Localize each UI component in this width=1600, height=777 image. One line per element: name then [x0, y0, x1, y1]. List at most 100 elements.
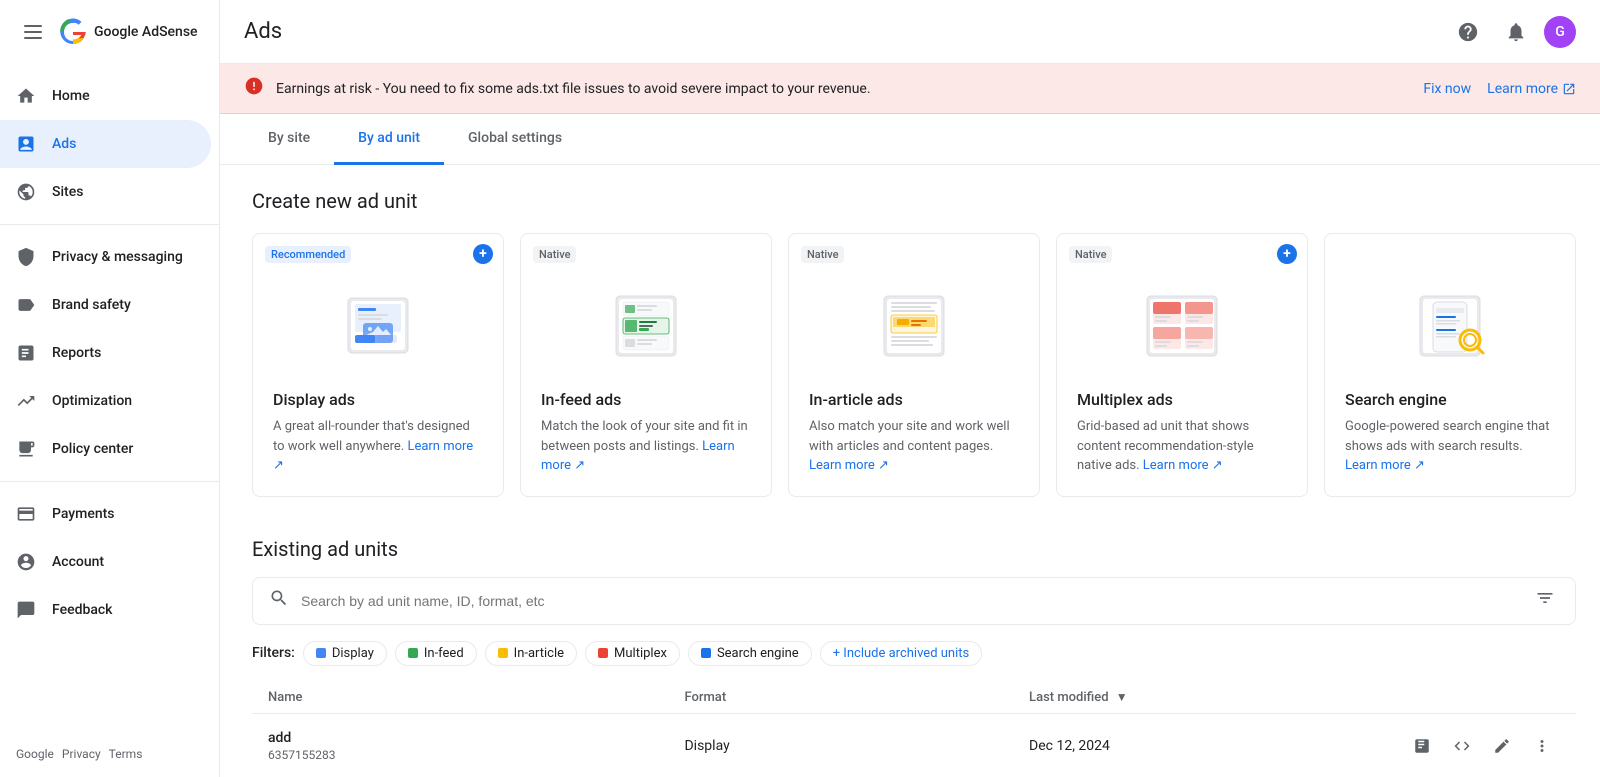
multiplex-card-name: Multiplex ads — [1077, 390, 1287, 409]
sidebar-item-label-brand-safety: Brand safety — [52, 297, 131, 313]
optimization-icon — [16, 391, 36, 411]
google-logo — [58, 17, 88, 47]
alert-actions: Fix now Learn more — [1423, 81, 1576, 97]
sidebar-item-label-feedback: Feedback — [52, 602, 112, 618]
search-engine-illustration — [1345, 278, 1555, 378]
search-icon — [269, 588, 289, 613]
sidebar-item-label-account: Account — [52, 554, 104, 570]
sidebar-footer: Google Privacy Terms — [0, 739, 219, 777]
ad-unit-cards: Recommended + — [252, 233, 1576, 497]
col-format: Format — [668, 682, 1013, 714]
multiplex-learn-more[interactable]: Learn more ↗ — [1143, 458, 1223, 473]
sidebar-item-label-sites: Sites — [52, 184, 83, 200]
fix-now-link[interactable]: Fix now — [1423, 81, 1471, 97]
filter-search-engine[interactable]: Search engine — [688, 641, 812, 666]
page-title: Ads — [244, 19, 282, 44]
sidebar-item-policy-center[interactable]: Policy center — [0, 425, 211, 473]
row0-actions — [1404, 728, 1560, 764]
inarticle-ads-card[interactable]: Native — [788, 233, 1040, 497]
menu-icon[interactable] — [16, 17, 50, 47]
account-icon — [16, 552, 36, 572]
inarticle-badge: Native — [801, 246, 844, 263]
learn-more-link[interactable]: Learn more — [1487, 81, 1576, 97]
filters-row: Filters: Display In-feed In-article Mult… — [252, 641, 1576, 666]
ad-units-table: Name Format Last modified ▼ — [252, 682, 1576, 777]
avatar[interactable]: G — [1544, 16, 1576, 48]
sidebar-item-brand-safety[interactable]: Brand safety — [0, 281, 211, 329]
col-actions — [1388, 682, 1576, 714]
col-last-modified[interactable]: Last modified ▼ — [1013, 682, 1388, 714]
alert-banner: Earnings at risk - You need to fix some … — [220, 64, 1600, 114]
notifications-button[interactable] — [1496, 12, 1536, 52]
filter-display[interactable]: Display — [303, 641, 387, 666]
display-ads-card[interactable]: Recommended + — [252, 233, 504, 497]
sidebar: Google AdSense Home Ads Sites — [0, 0, 220, 777]
sidebar-item-sites[interactable]: Sites — [0, 168, 211, 216]
sidebar-item-privacy-messaging[interactable]: Privacy & messaging — [0, 233, 211, 281]
display-illustration — [273, 278, 483, 378]
search-engine-card[interactable]: Search engine Google-powered search engi… — [1324, 233, 1576, 497]
table-row: add 6357155283 Display Dec 12, 2024 — [252, 713, 1576, 777]
sidebar-item-label-payments: Payments — [52, 506, 115, 522]
inarticle-card-name: In-article ads — [809, 390, 1019, 409]
row0-more-btn[interactable] — [1524, 728, 1560, 764]
sidebar-item-home[interactable]: Home — [0, 72, 211, 120]
sidebar-item-feedback[interactable]: Feedback — [0, 586, 211, 634]
multiplex-illustration — [1077, 278, 1287, 378]
search-engine-learn-more[interactable]: Learn more ↗ — [1345, 458, 1425, 473]
sidebar-item-ads[interactable]: Ads — [0, 120, 211, 168]
filter-multiplex[interactable]: Multiplex — [585, 641, 680, 666]
multiplex-ads-card[interactable]: Native + — [1056, 233, 1308, 497]
infeed-learn-more[interactable]: Learn more ↗ — [541, 439, 735, 474]
payments-icon — [16, 504, 36, 524]
ads-icon — [16, 134, 36, 154]
reports-icon — [16, 343, 36, 363]
row0-preview-btn[interactable] — [1404, 728, 1440, 764]
row0-code-btn[interactable] — [1444, 728, 1480, 764]
row0-name: add — [268, 730, 652, 746]
footer-google-link[interactable]: Google — [16, 747, 54, 761]
inarticle-learn-more[interactable]: Learn more ↗ — [809, 458, 889, 473]
topbar: Ads G — [220, 0, 1600, 64]
alert-icon — [244, 76, 264, 101]
sidebar-item-optimization[interactable]: Optimization — [0, 377, 211, 425]
footer-privacy-link[interactable]: Privacy — [62, 747, 101, 761]
sidebar-item-reports[interactable]: Reports — [0, 329, 211, 377]
sidebar-item-account[interactable]: Account — [0, 538, 211, 586]
multiplex-dot — [598, 648, 608, 658]
search-bar — [252, 577, 1576, 625]
sidebar-item-payments[interactable]: Payments — [0, 490, 211, 538]
sidebar-item-label-home: Home — [52, 88, 90, 104]
display-card-desc: A great all-rounder that's designed to w… — [273, 417, 483, 476]
external-link-icon — [1562, 82, 1576, 96]
row0-id: 6357155283 — [268, 748, 652, 762]
sidebar-divider-2 — [0, 481, 219, 482]
logo: Google AdSense — [58, 17, 198, 47]
footer-terms-link[interactable]: Terms — [109, 747, 143, 761]
inarticle-card-desc: Also match your site and work well with … — [809, 417, 1019, 476]
create-section-title: Create new ad unit — [252, 189, 1576, 213]
display-learn-more[interactable]: Learn more ↗ — [273, 439, 473, 474]
content-area: Earnings at risk - You need to fix some … — [220, 64, 1600, 777]
filter-inarticle[interactable]: In-article — [485, 641, 577, 666]
sort-arrow: ▼ — [1116, 690, 1128, 704]
search-input[interactable] — [301, 593, 1519, 609]
sidebar-divider-1 — [0, 224, 219, 225]
display-dot — [316, 648, 326, 658]
search-engine-dot — [701, 648, 711, 658]
infeed-ads-card[interactable]: Native — [520, 233, 772, 497]
filter-infeed[interactable]: In-feed — [395, 641, 477, 666]
search-engine-card-name: Search engine — [1345, 390, 1555, 409]
filter-icon[interactable] — [1531, 584, 1559, 617]
infeed-card-desc: Match the look of your site and fit in b… — [541, 417, 751, 476]
help-button[interactable] — [1448, 12, 1488, 52]
app-name: Google AdSense — [94, 24, 198, 40]
include-archived-chip[interactable]: + Include archived units — [820, 641, 983, 666]
tab-global-settings[interactable]: Global settings — [444, 114, 586, 165]
display-badge: Recommended — [265, 246, 351, 263]
row0-edit-btn[interactable] — [1484, 728, 1520, 764]
tab-by-site[interactable]: By site — [244, 114, 334, 165]
display-card-name: Display ads — [273, 390, 483, 409]
col-name[interactable]: Name — [252, 682, 668, 714]
tab-by-ad-unit[interactable]: By ad unit — [334, 114, 444, 165]
